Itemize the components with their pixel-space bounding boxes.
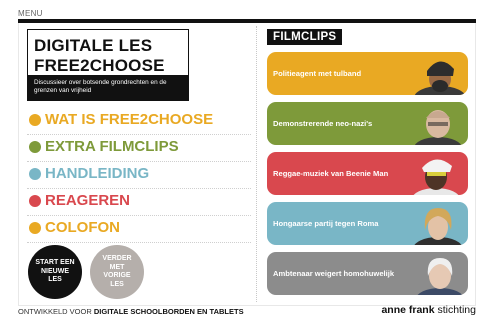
filmclip-label: Politieagent met tulband — [273, 69, 362, 78]
person-portrait-icon — [413, 159, 459, 195]
filmclip-label: Demonstrerende neo-nazi's — [273, 119, 373, 128]
nav-item-handleiding[interactable]: HANDLEIDING — [27, 162, 251, 189]
person-portrait-icon — [414, 61, 466, 95]
bullet-dot-icon — [29, 141, 41, 153]
nav-item-label: REAGEREN — [45, 192, 131, 209]
person-portrait-icon — [414, 208, 462, 245]
filmclip-reggae[interactable]: Reggae-muziek van Beenie Man — [267, 152, 468, 195]
nav-item-label: EXTRA FILMCLIPS — [45, 138, 179, 155]
filmclip-label: Hongaarse partij tegen Roma — [273, 219, 379, 228]
start-new-lesson-label: START EEN NIEUWE LES — [35, 259, 75, 284]
nav-item-reageren[interactable]: REAGEREN — [27, 189, 251, 216]
start-new-lesson-button[interactable]: START EEN NIEUWE LES — [28, 245, 82, 299]
page-subtitle: Discussieer over botsende grondrechten e… — [28, 75, 188, 100]
bullet-dot-icon — [29, 195, 41, 207]
filmclip-label: Reggae-muziek van Beenie Man — [273, 169, 389, 178]
anne-frank-logo: anne frank stichting — [381, 304, 476, 316]
nav-item-wat-is-free2choose[interactable]: WAT IS FREE2CHOOSE — [27, 108, 251, 135]
nav-item-colofon[interactable]: COLOFON — [27, 216, 251, 243]
bullet-dot-icon — [29, 168, 41, 180]
menu-label[interactable]: MENU — [18, 9, 43, 18]
page-title-line-2: FREE2CHOOSE — [34, 56, 165, 75]
nav-item-label: WAT IS FREE2CHOOSE — [45, 111, 214, 128]
nav-item-label: COLOFON — [45, 219, 120, 236]
continue-previous-lesson-button[interactable]: VERDER MET VORIGE LES — [90, 245, 144, 299]
bullet-dot-icon — [29, 114, 41, 126]
filmclip-label: Ambtenaar weigert homohuwelijk — [273, 269, 395, 278]
nav-item-label: HANDLEIDING — [45, 165, 150, 182]
filmclips-heading: FILMCLIPS — [267, 29, 343, 45]
person-portrait-icon — [417, 258, 463, 295]
filmclip-homohuwelijk[interactable]: Ambtenaar weigert homohuwelijk — [267, 252, 468, 295]
brand-suffix: stichting — [437, 304, 476, 316]
filmclip-neo-nazis[interactable]: Demonstrerende neo-nazi's — [267, 102, 468, 145]
bullet-dot-icon — [29, 222, 41, 234]
column-divider — [256, 26, 257, 302]
page-title-line-1: DIGITALE LES — [34, 36, 153, 55]
person-portrait-icon — [414, 110, 462, 145]
filmclip-roma[interactable]: Hongaarse partij tegen Roma — [267, 202, 468, 245]
filmclip-politieagent[interactable]: Politieagent met tulband — [267, 52, 468, 95]
continue-previous-lesson-label: VERDER MET VORIGE LES — [102, 255, 132, 288]
lesson-title-box: DIGITALE LES FREE2CHOOSE Discussieer ove… — [27, 29, 189, 101]
brand-name: anne frank — [381, 304, 435, 316]
nav-item-extra-filmclips[interactable]: EXTRA FILMCLIPS — [27, 135, 251, 162]
main-nav: WAT IS FREE2CHOOSE EXTRA FILMCLIPS HANDL… — [27, 108, 251, 243]
